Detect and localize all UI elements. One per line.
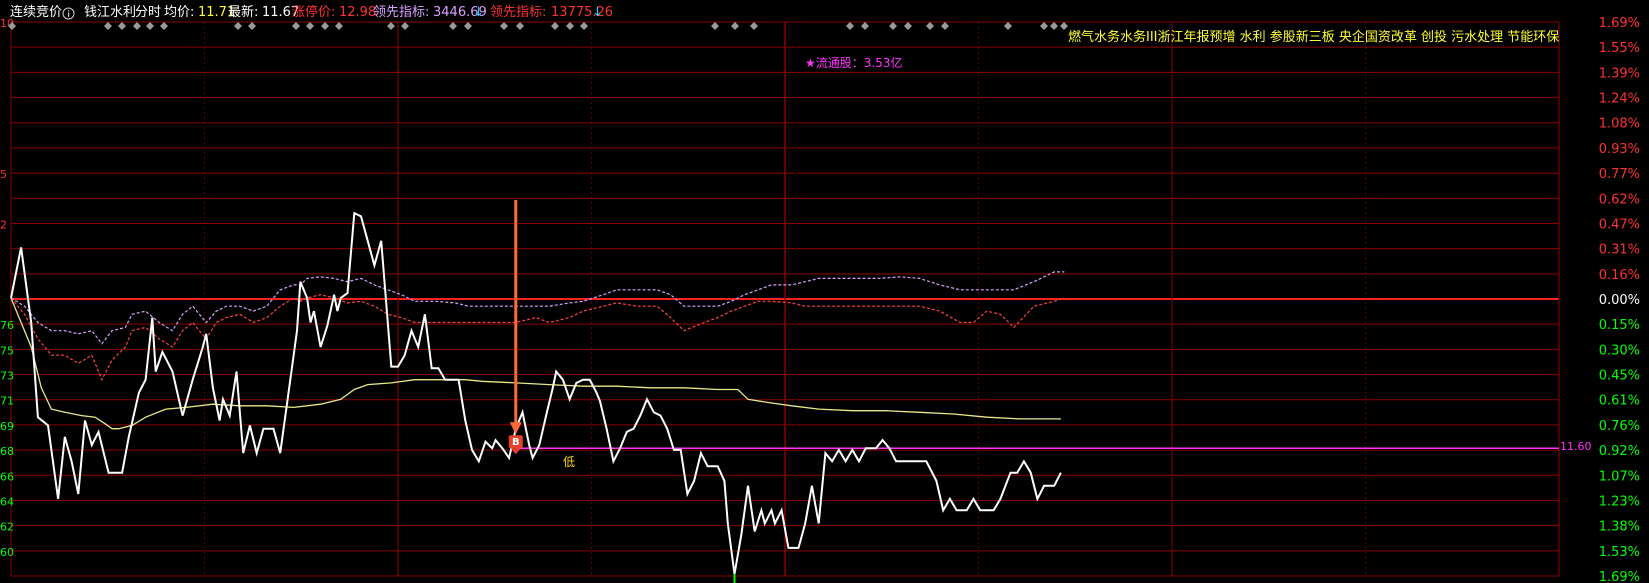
percent-tick-label: 0.00% — [1599, 293, 1640, 308]
concept-tags[interactable]: 燃气水务水务III浙江年报预增 水利 参股新三板 央企国资改革 创投 污水处理 … — [1068, 26, 1559, 45]
percent-tick-label: 1.38% — [1599, 520, 1640, 535]
info-icon[interactable] — [62, 7, 75, 20]
percent-tick-label: 0.77% — [1599, 167, 1640, 182]
percent-tick-label: 1.69% — [1599, 570, 1640, 583]
lead-indicator-2-value: 13775.26 — [551, 5, 614, 20]
limit-up-value: 12.98 — [339, 5, 377, 20]
intraday-chart[interactable]: 105276757371696866646260 1.69%1.55%1.39%… — [0, 0, 1649, 583]
percent-tick-label: 0.47% — [1599, 217, 1640, 232]
percent-tick-label: 1.39% — [1599, 66, 1640, 81]
price-tick-label: 2 — [0, 218, 7, 231]
price-tick-label: 62 — [0, 521, 14, 534]
percent-tick-label: 0.30% — [1599, 343, 1640, 358]
percent-tick-label: 0.62% — [1599, 192, 1640, 207]
price-tick-label: 68 — [0, 445, 14, 458]
percent-tick-label: 1.24% — [1599, 92, 1640, 107]
buy-signal-label: B — [512, 437, 520, 448]
percent-tick-label: 0.15% — [1599, 318, 1640, 333]
lead-indicator-1-label: 领先指标: — [373, 5, 430, 20]
stock-name[interactable]: 钱江水利 — [84, 4, 136, 22]
percent-tick-label: 0.61% — [1599, 394, 1640, 409]
last-price-label: 最新: — [228, 5, 259, 20]
percent-tick-label: 1.53% — [1599, 545, 1640, 560]
percent-tick-label: 1.69% — [1599, 16, 1640, 31]
reference-line-label: 11.60 — [1560, 440, 1592, 453]
float-shares-note: ★流通股：3.53亿 — [805, 56, 903, 70]
price-tick-label: 75 — [0, 344, 14, 357]
price-tick-label: 71 — [0, 395, 14, 408]
lead-indicator-2-label: 领先指标: — [490, 5, 547, 20]
right-percent-axis: 1.69% 1.55% 1.39% 1.24% 1.08% 0.93% 0.77% 0.62%… — [1599, 16, 1640, 583]
avg-price-label: 均价: — [164, 5, 195, 20]
percent-tick-label: 1.07% — [1599, 469, 1640, 484]
limit-up-label: 涨停价: — [292, 5, 336, 20]
down-arrow-icon: ↓ — [592, 5, 603, 20]
percent-tick-label: 0.45% — [1599, 369, 1640, 384]
chart-background — [0, 0, 1649, 583]
price-tick-label: 5 — [0, 168, 7, 181]
low-marker-label: 低 — [563, 455, 576, 469]
percent-tick-label: 1.55% — [1599, 41, 1640, 56]
percent-tick-label: 0.76% — [1599, 419, 1640, 434]
percent-tick-label: 0.92% — [1599, 444, 1640, 459]
down-arrow-icon: ↓ — [473, 5, 484, 20]
auction-status-label: 连续竞价 — [10, 5, 63, 20]
price-tick-label: 66 — [0, 470, 14, 483]
price-tick-label: 73 — [0, 370, 14, 383]
price-tick-label: 69 — [0, 420, 14, 433]
percent-tick-label: 0.16% — [1599, 268, 1640, 283]
price-tick-label: 60 — [0, 546, 14, 559]
percent-tick-label: 0.31% — [1599, 243, 1640, 258]
chart-mode-label[interactable]: 分时 — [135, 4, 161, 22]
percent-tick-label: 0.93% — [1599, 142, 1640, 157]
percent-tick-label: 1.08% — [1599, 117, 1640, 132]
price-tick-label: 76 — [0, 319, 14, 332]
price-tick-label: 64 — [0, 495, 14, 508]
percent-tick-label: 1.23% — [1599, 494, 1640, 509]
